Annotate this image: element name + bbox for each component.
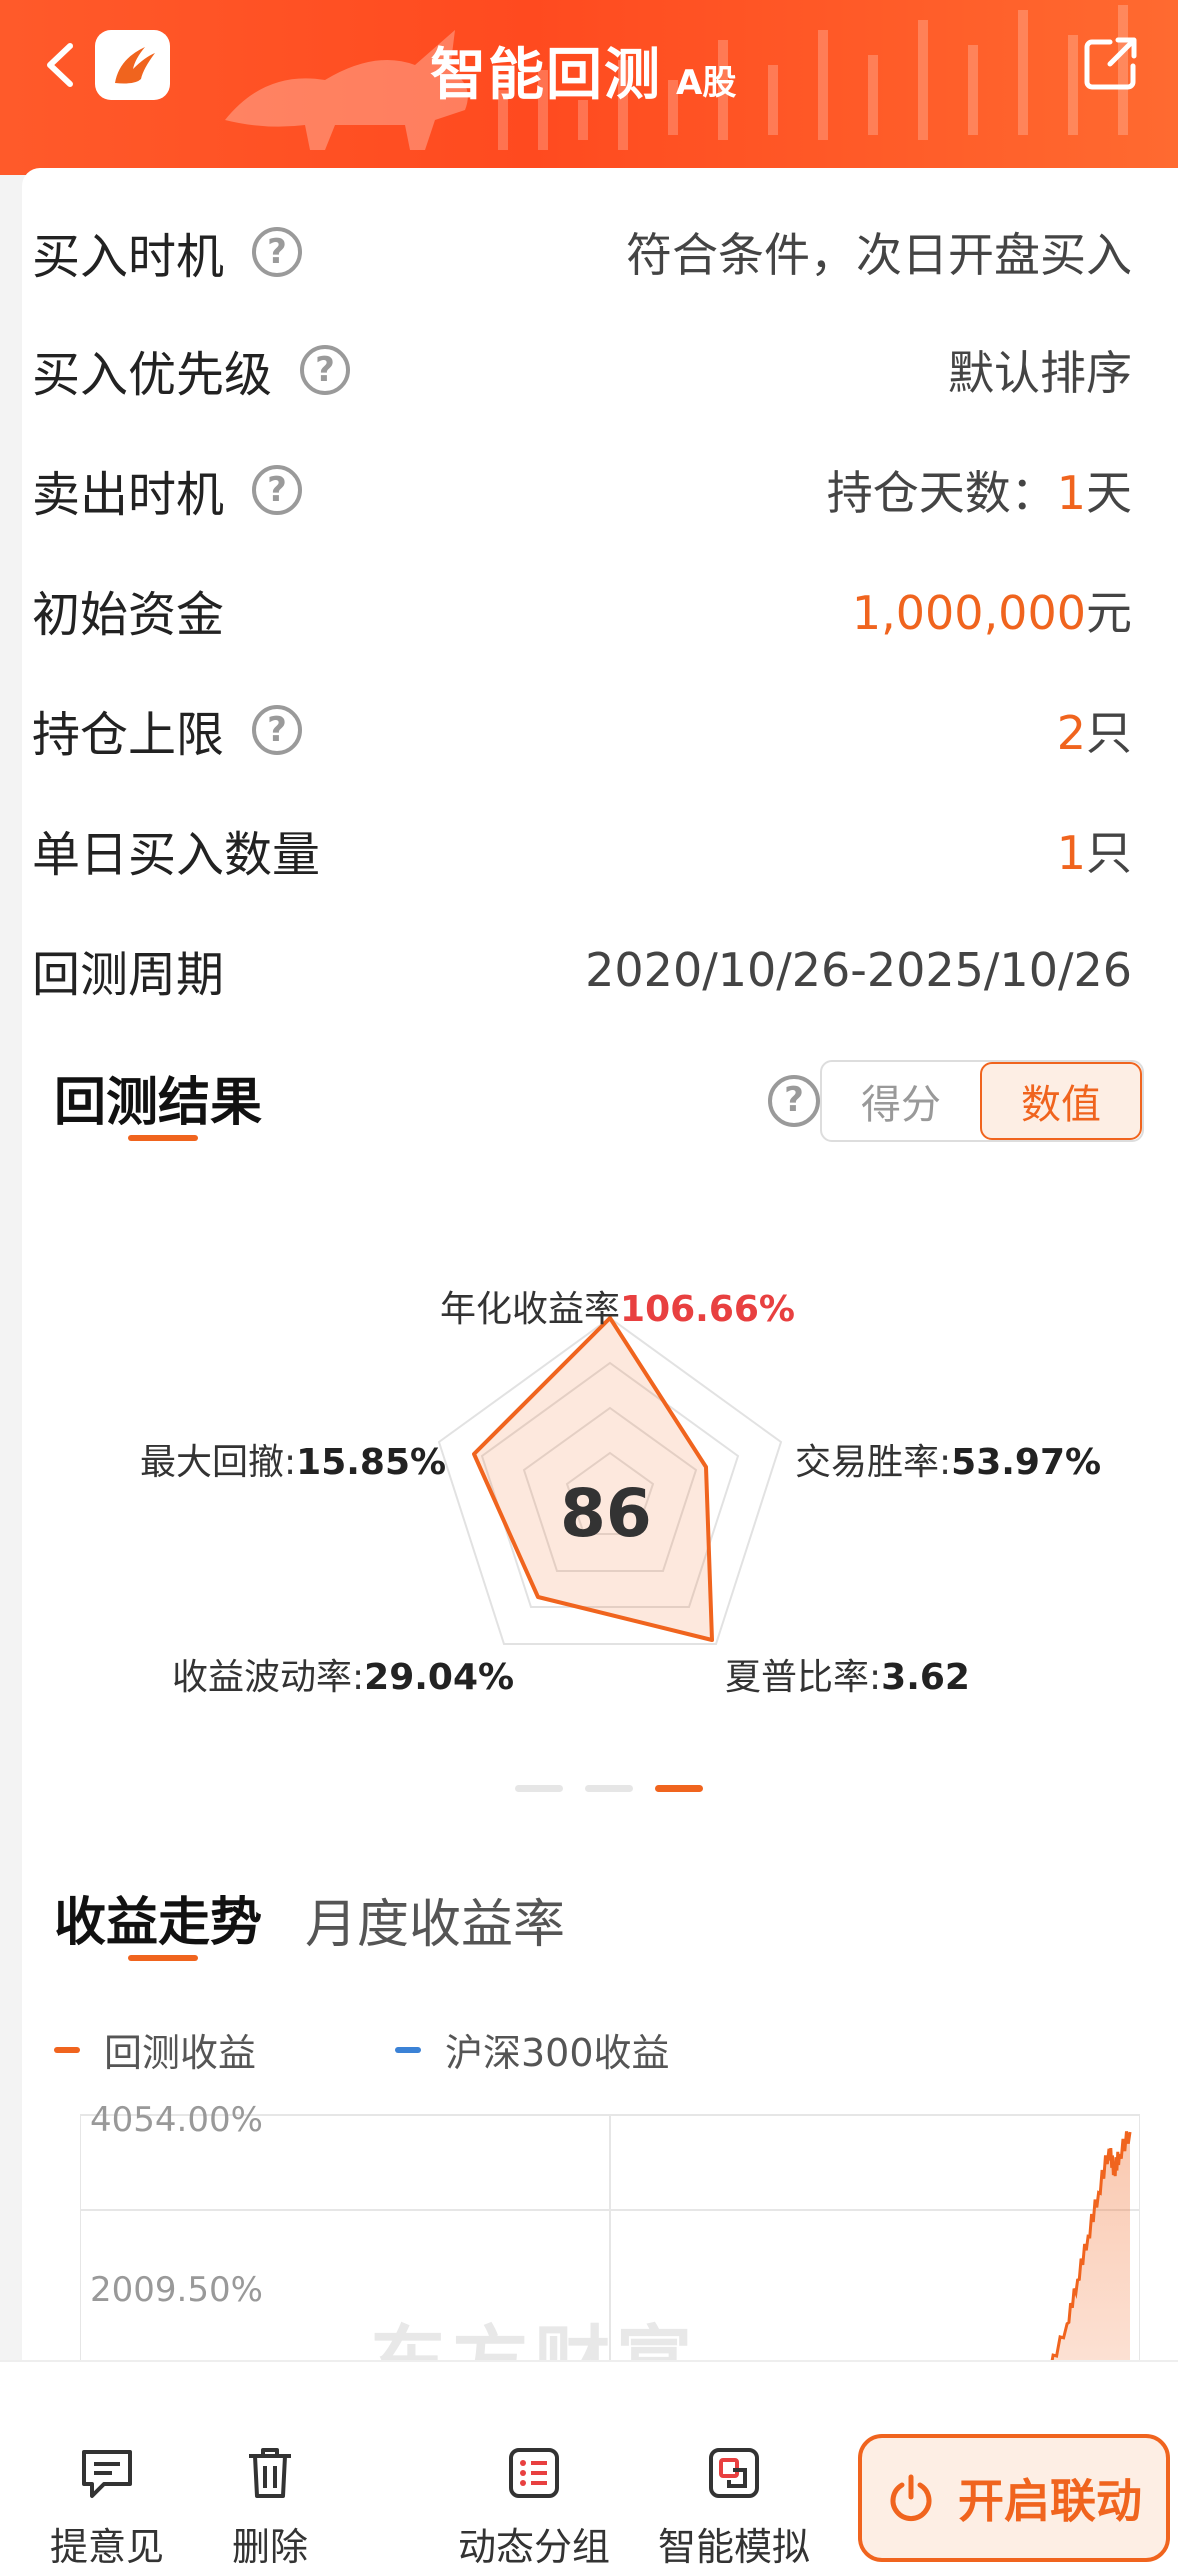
dynamic-group-label: 动态分组 [458, 2525, 611, 2569]
feedback-label: 提意见 [50, 2525, 165, 2569]
tab-monthly-return[interactable]: 月度收益率 [305, 1882, 565, 1957]
metric-value: 3.62 [881, 1657, 970, 1698]
pager-dot[interactable] [585, 1785, 633, 1792]
metric-label: 年化收益率 [440, 1289, 621, 1330]
param-label: 买入时机 [32, 229, 225, 285]
legend-item-hs300: 沪深300收益 [395, 2022, 670, 2077]
metric-label: 最大回撤: [140, 1442, 297, 1483]
metric-label: 收益波动率: [172, 1657, 365, 1698]
param-value[interactable]: 持仓天数：1天 [827, 457, 1132, 523]
results-help-icon[interactable]: ? [768, 1075, 820, 1127]
value-number: 1 [1056, 826, 1086, 880]
help-icon[interactable]: ? [252, 227, 303, 277]
param-value[interactable]: 1只 [1057, 817, 1132, 883]
legend-swatch [54, 2046, 80, 2053]
power-icon [890, 2474, 932, 2522]
param-value[interactable]: 2020/10/26-2025/10/26 [585, 943, 1132, 997]
value-number: 2 [1056, 706, 1086, 760]
delete-label: 删除 [232, 2525, 309, 2569]
radar-score: 86 [560, 1475, 652, 1552]
param-row-sell-timing: 卖出时机? 持仓天数：1天 [32, 450, 1132, 530]
param-value[interactable]: 符合条件，次日开盘买入 [626, 219, 1132, 285]
param-label: 初始资金 [32, 587, 225, 643]
value-number: 1 [1056, 466, 1086, 520]
value-suffix: 天 [1086, 466, 1132, 520]
list-icon [509, 2448, 559, 2498]
metric-value: 106.66% [620, 1289, 796, 1330]
param-value[interactable]: 1,000,000元 [852, 577, 1132, 643]
value-suffix: 只 [1086, 706, 1132, 760]
legend-swatch [395, 2046, 421, 2053]
simulate-icon [709, 2448, 759, 2498]
metric-win-rate: 交易胜率:53.97% [795, 1433, 1101, 1485]
carousel-pager [515, 1785, 703, 1792]
param-row-buy-timing: 买入时机? 符合条件，次日开盘买入 [32, 212, 1132, 292]
help-icon[interactable]: ? [252, 465, 303, 515]
trend-underline [128, 1955, 198, 1961]
pager-dot[interactable] [515, 1785, 563, 1792]
smart-simulate-label: 智能模拟 [658, 2525, 811, 2569]
param-row-position-limit: 持仓上限? 2只 [32, 690, 1132, 770]
help-icon[interactable]: ? [300, 345, 351, 395]
title-text: 智能回测 [430, 43, 662, 108]
value-suffix: 只 [1086, 826, 1132, 880]
param-value[interactable]: 2只 [1057, 697, 1132, 763]
legend-label: 回测收益 [104, 2031, 257, 2075]
y-tick-label: 4054.00% [90, 2100, 263, 2140]
toggle-score[interactable]: 得分 [822, 1062, 980, 1140]
metric-volatility: 收益波动率:29.04% [172, 1648, 514, 1700]
app-logo-icon [95, 30, 170, 100]
legend-label: 沪深300收益 [445, 2031, 670, 2075]
param-label: 卖出时机 [32, 467, 225, 523]
param-label: 单日买入数量 [32, 827, 321, 883]
smart-simulate-button[interactable]: 智能模拟 [658, 2442, 810, 2571]
metric-label: 交易胜率: [795, 1442, 952, 1483]
param-row-period: 回测周期 2020/10/26-2025/10/26 [32, 930, 1132, 1010]
market-tag: A股 [676, 63, 737, 103]
feedback-button[interactable]: 提意见 [50, 2442, 164, 2571]
metric-value: 15.85% [296, 1442, 447, 1483]
value-suffix: 元 [1086, 586, 1132, 640]
help-icon[interactable]: ? [252, 705, 303, 755]
toggle-value[interactable]: 数值 [980, 1062, 1142, 1140]
dynamic-group-button[interactable]: 动态分组 [458, 2442, 610, 2571]
delete-button[interactable]: 删除 [232, 2442, 308, 2571]
metric-value: 53.97% [951, 1442, 1102, 1483]
param-label: 持仓上限 [32, 707, 225, 763]
param-label: 回测周期 [32, 947, 225, 1003]
metric-sharpe: 夏普比率:3.62 [725, 1648, 970, 1700]
back-icon[interactable] [38, 40, 88, 90]
param-row-initial-capital: 初始资金 1,000,000元 [32, 570, 1132, 650]
page-title: 智能回测 A股 [430, 30, 736, 111]
results-underline [128, 1135, 198, 1141]
metric-drawdown: 最大回撤:15.85% [140, 1433, 446, 1485]
metric-value: 29.04% [364, 1657, 515, 1698]
y-tick-label: 2009.50% [90, 2270, 263, 2310]
value-prefix: 持仓天数： [826, 466, 1057, 520]
score-value-toggle: 得分 数值 [820, 1060, 1144, 1142]
bottom-toolbar: 提意见 删除 动态分组 智能模拟 开启联动 [0, 2360, 1178, 2571]
results-title: 回测结果 [54, 1073, 263, 1133]
app-header: 智能回测 A股 [0, 0, 1178, 175]
trash-icon [249, 2448, 291, 2498]
metric-label: 夏普比率: [725, 1657, 882, 1698]
enable-linkage-button[interactable]: 开启联动 [858, 2434, 1170, 2562]
param-value[interactable]: 默认排序 [948, 337, 1132, 403]
param-row-daily-buy: 单日买入数量 1只 [32, 810, 1132, 890]
feedback-icon [82, 2450, 132, 2498]
enable-linkage-label: 开启联动 [958, 2474, 1142, 2528]
param-row-buy-priority: 买入优先级? 默认排序 [32, 330, 1132, 410]
metric-annual-return: 年化收益率106.66% [440, 1280, 795, 1332]
value-number: 1,000,000 [851, 586, 1086, 640]
tab-return-trend[interactable]: 收益走势 [54, 1880, 262, 1955]
param-label: 买入优先级 [32, 347, 273, 403]
share-icon[interactable] [1080, 34, 1140, 94]
pager-dot-active[interactable] [655, 1785, 703, 1792]
legend-item-backtest: 回测收益 [54, 2022, 256, 2077]
